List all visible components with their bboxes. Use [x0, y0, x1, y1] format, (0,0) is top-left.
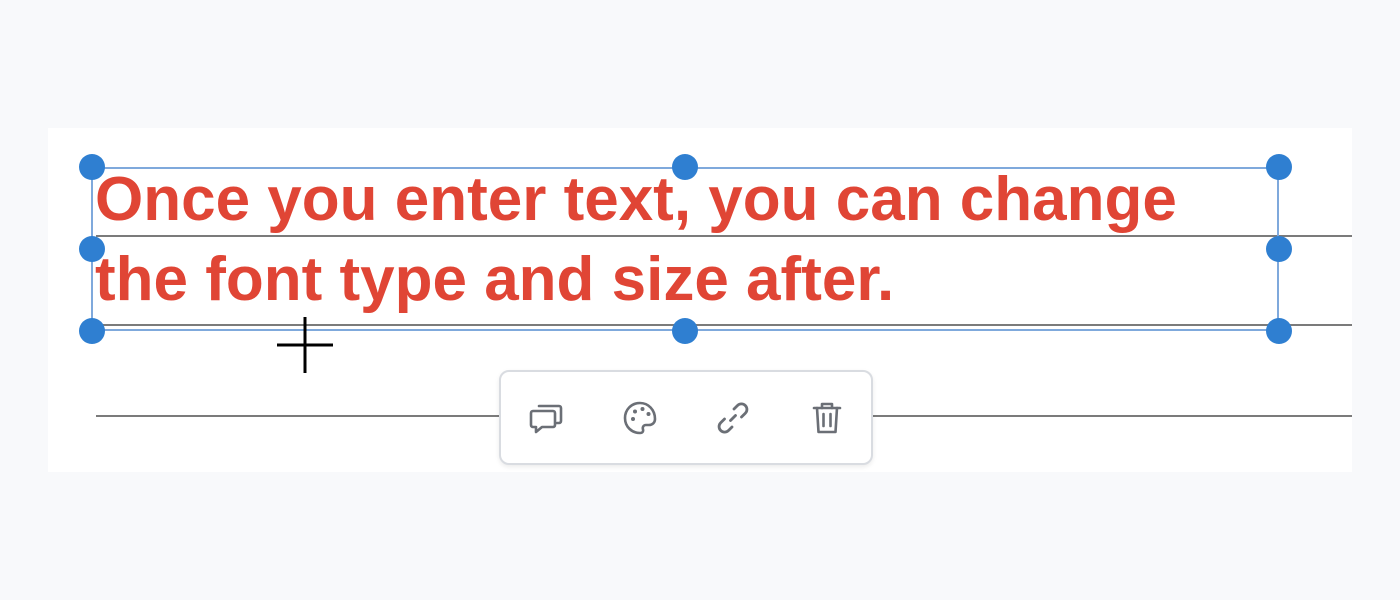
- resize-handle-middle-left[interactable]: [79, 236, 105, 262]
- palette-icon: [623, 401, 657, 435]
- comment-icon: [529, 404, 563, 434]
- delete-button[interactable]: [803, 394, 851, 442]
- resize-handle-bottom-center[interactable]: [672, 318, 698, 344]
- color-button[interactable]: [616, 394, 664, 442]
- resize-handle-middle-right[interactable]: [1266, 236, 1292, 262]
- trash-icon: [812, 402, 842, 434]
- annotation-toolbar: [499, 370, 873, 465]
- crosshair-cursor-icon: [277, 317, 333, 373]
- resize-handle-top-left[interactable]: [79, 154, 105, 180]
- comment-button[interactable]: [523, 394, 571, 442]
- link-icon: [717, 402, 749, 434]
- resize-handle-bottom-left[interactable]: [79, 318, 105, 344]
- resize-handle-top-center[interactable]: [672, 154, 698, 180]
- link-button[interactable]: [709, 394, 757, 442]
- resize-handle-top-right[interactable]: [1266, 154, 1292, 180]
- resize-handle-bottom-right[interactable]: [1266, 318, 1292, 344]
- selection-box[interactable]: [91, 167, 1279, 331]
